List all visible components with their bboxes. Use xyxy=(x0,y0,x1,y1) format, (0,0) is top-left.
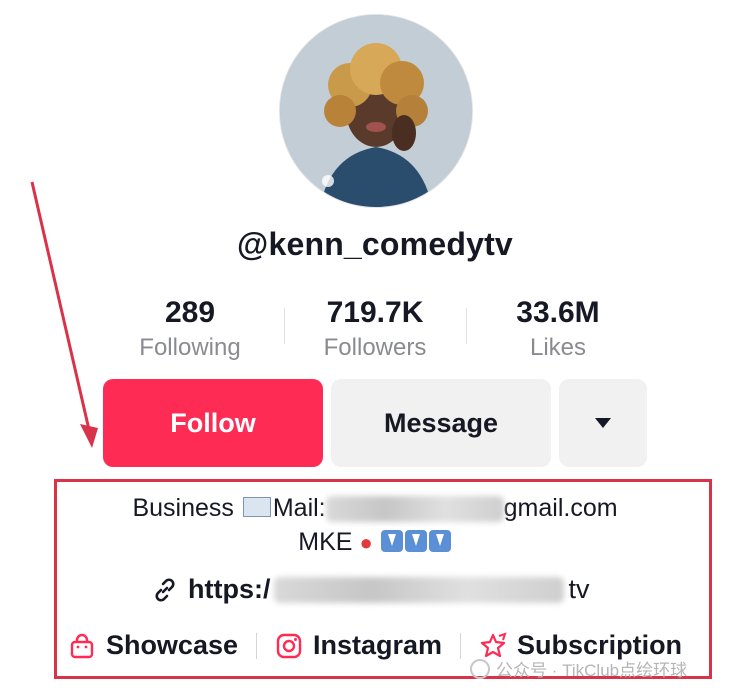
caret-down-icon xyxy=(595,418,611,428)
shopping-bag-icon xyxy=(70,633,94,658)
instagram-label: Instagram xyxy=(313,630,443,660)
down-arrow-icon xyxy=(380,530,403,553)
follow-button[interactable]: Follow xyxy=(103,379,323,467)
stat-followers-value: 719.7K xyxy=(326,296,424,329)
bio-location-text: MKE xyxy=(298,528,353,556)
envelope-icon xyxy=(242,497,271,518)
watermark: 公众号 · TikClub点绘环球 xyxy=(470,656,687,681)
more-options-button[interactable] xyxy=(559,379,647,467)
bio-business-text: Business xyxy=(132,494,234,522)
stat-following[interactable]: 289 Following xyxy=(95,296,285,362)
stat-likes-label: Likes xyxy=(529,334,587,361)
message-button[interactable]: Message xyxy=(331,379,551,467)
stat-likes-value: 33.6M xyxy=(516,296,600,329)
redacted-url xyxy=(274,576,565,603)
bio-mail-text: Mail: xyxy=(272,494,326,522)
stat-followers[interactable]: 719.7K Followers xyxy=(280,296,470,362)
bio-link[interactable]: https:/ tv xyxy=(150,574,600,605)
link-icon xyxy=(155,577,175,602)
bio-mail-domain: gmail.com xyxy=(503,494,618,522)
instagram-icon xyxy=(276,633,302,658)
showcase-label: Showcase xyxy=(105,630,238,660)
down-arrow-icon xyxy=(428,530,451,553)
watermark-text: 公众号 · TikClub点绘环球 xyxy=(496,661,688,680)
down-arrow-icon xyxy=(404,530,427,553)
wechat-icon xyxy=(470,658,490,679)
bio-link-suffix: tv xyxy=(568,574,590,604)
stat-following-label: Following xyxy=(139,334,241,361)
avatar[interactable] xyxy=(279,14,473,208)
avatar-photo xyxy=(280,15,472,207)
annotation-arrow xyxy=(30,181,98,448)
username: @kenn_comedytv xyxy=(237,226,513,262)
bio-link-prefix: https:/ xyxy=(188,574,271,604)
stat-following-value: 289 xyxy=(164,296,216,329)
link-separator xyxy=(256,632,257,659)
bio-line-business: Business Mail: gmail.com xyxy=(0,494,750,523)
bio-line-location: MKE ● xyxy=(0,528,750,557)
pin-icon: ● xyxy=(359,530,373,556)
showcase-link[interactable]: Showcase xyxy=(68,630,238,661)
instagram-link[interactable]: Instagram xyxy=(275,630,442,661)
stat-followers-label: Followers xyxy=(323,334,427,361)
link-separator xyxy=(460,632,462,659)
stat-likes[interactable]: 33.6M Likes xyxy=(463,296,653,362)
redacted-email xyxy=(325,496,504,523)
